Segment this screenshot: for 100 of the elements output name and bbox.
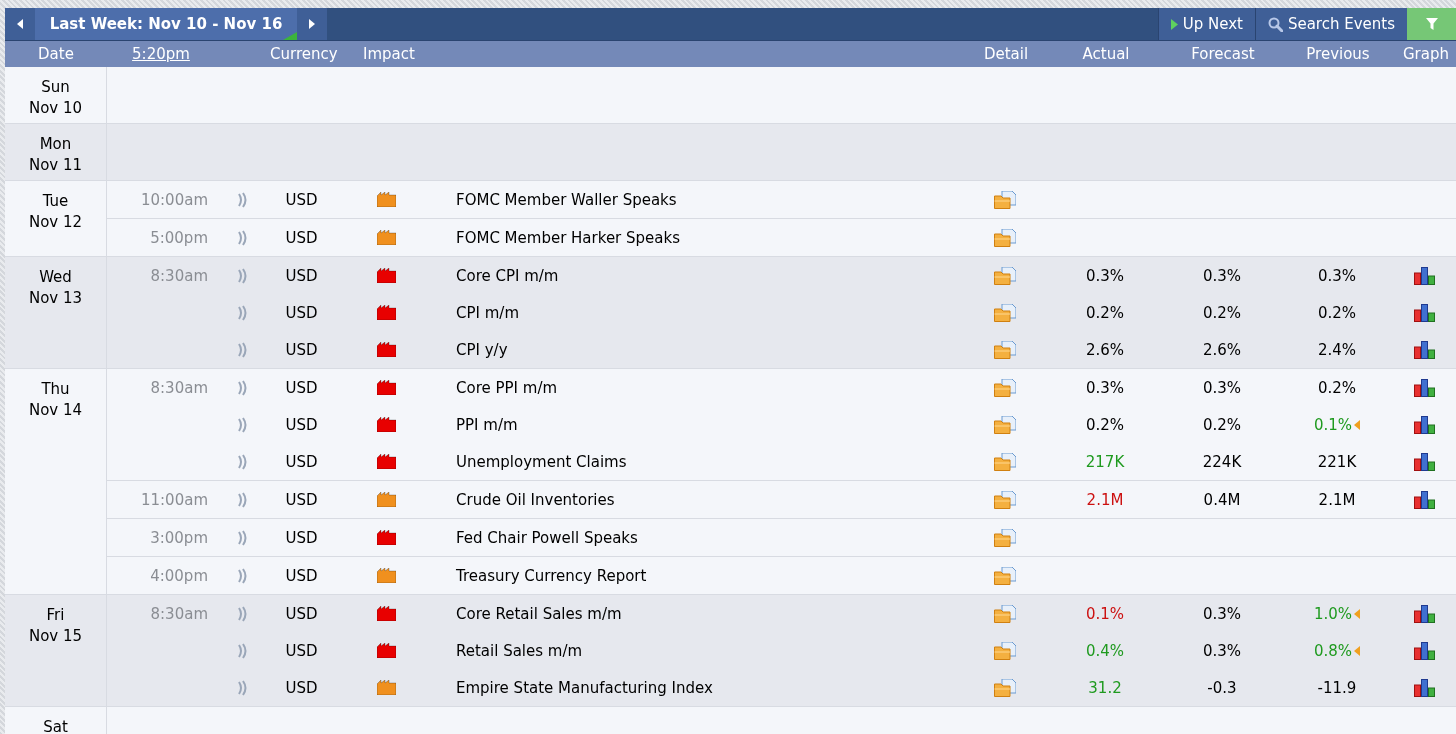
folder-icon[interactable] [994, 190, 1016, 209]
event-title[interactable]: Empire State Manufacturing Index [439, 678, 965, 697]
event-time: 8:30am [150, 378, 208, 397]
currency-code: USD [285, 490, 318, 509]
folder-icon[interactable] [994, 641, 1016, 660]
currency-code: USD [285, 604, 318, 623]
forecast-value: 0.3% [1202, 641, 1242, 660]
folder-icon[interactable] [994, 566, 1016, 585]
currency-code: USD [285, 266, 318, 285]
actual-value: 0.2% [1085, 303, 1125, 322]
folder-icon[interactable] [994, 340, 1016, 359]
day-label: Tue [41, 191, 70, 212]
currency-code: USD [285, 415, 318, 434]
column-header: Detail [982, 45, 1030, 63]
bar-chart-icon[interactable] [1414, 678, 1436, 697]
sound-wave-icon[interactable] [236, 341, 247, 358]
revised-arrow-icon[interactable] [1354, 608, 1361, 619]
previous-week-button[interactable] [5, 8, 35, 40]
folder-icon[interactable] [994, 415, 1016, 434]
bar-chart-icon[interactable] [1414, 604, 1436, 623]
event-title[interactable]: Crude Oil Inventories [439, 490, 965, 509]
sound-wave-icon[interactable] [236, 379, 247, 396]
actual-value: 0.3% [1085, 378, 1125, 397]
sound-wave-icon[interactable] [236, 304, 247, 321]
date-label: Nov 14 [27, 400, 84, 421]
actual-value: 31.2 [1088, 678, 1122, 697]
search-events-button[interactable]: Search Events [1254, 8, 1407, 40]
column-header: Impact [362, 45, 416, 63]
event-title[interactable]: Retail Sales m/m [439, 641, 965, 660]
event-title[interactable]: FOMC Member Harker Speaks [439, 228, 965, 247]
event-title[interactable]: Core Retail Sales m/m [439, 604, 965, 623]
actual-value: 0.1% [1085, 604, 1125, 623]
date-label: Nov 11 [27, 155, 84, 176]
forecast-value: 0.3% [1202, 266, 1242, 285]
event-time: 5:00pm [150, 228, 208, 247]
folder-icon[interactable] [994, 528, 1016, 547]
event-title[interactable]: Fed Chair Powell Speaks [439, 528, 965, 547]
next-week-button[interactable] [297, 8, 327, 40]
column-header: Date [37, 45, 75, 63]
day-label: Fri [45, 605, 66, 626]
previous-value: 0.8% [1313, 641, 1353, 660]
folder-icon[interactable] [994, 303, 1016, 322]
up-next-button[interactable]: Up Next [1157, 8, 1255, 40]
folder-icon[interactable] [994, 604, 1016, 623]
sound-wave-icon[interactable] [236, 642, 247, 659]
forecast-value: 2.6% [1202, 340, 1242, 359]
day-label: Thu [40, 379, 71, 400]
event-title[interactable]: CPI y/y [439, 340, 965, 359]
bar-chart-icon[interactable] [1414, 490, 1436, 509]
sound-wave-icon[interactable] [236, 416, 247, 433]
event-title[interactable]: Treasury Currency Report [439, 566, 965, 585]
currency-code: USD [285, 303, 318, 322]
bar-chart-icon[interactable] [1414, 266, 1436, 285]
day-label: Mon [38, 134, 73, 155]
event-title[interactable]: CPI m/m [439, 303, 965, 322]
forecast-value: 224K [1202, 452, 1242, 471]
sound-wave-icon[interactable] [236, 453, 247, 470]
bar-chart-icon[interactable] [1414, 641, 1436, 660]
week-title-button[interactable]: Last Week: Nov 10 - Nov 16 [35, 8, 297, 40]
actual-value: 217K [1085, 452, 1125, 471]
column-header: Currency [270, 45, 335, 63]
actual-value: 2.6% [1085, 340, 1125, 359]
bar-chart-icon[interactable] [1414, 452, 1436, 471]
forecast-value: 0.2% [1202, 303, 1242, 322]
sound-wave-icon[interactable] [236, 567, 247, 584]
date-label: Nov 13 [27, 288, 84, 309]
folder-icon[interactable] [994, 452, 1016, 471]
folder-icon[interactable] [994, 490, 1016, 509]
folder-icon[interactable] [994, 378, 1016, 397]
bar-chart-icon[interactable] [1414, 340, 1436, 359]
event-title[interactable]: Unemployment Claims [439, 452, 965, 471]
filter-button[interactable] [1407, 8, 1456, 40]
sound-wave-icon[interactable] [236, 679, 247, 696]
sound-wave-icon[interactable] [236, 267, 247, 284]
event-title[interactable]: PPI m/m [439, 415, 965, 434]
event-title[interactable]: Core CPI m/m [439, 266, 965, 285]
column-header: Forecast [1190, 45, 1256, 63]
event-title[interactable]: Core PPI m/m [439, 378, 965, 397]
previous-value: 221K [1317, 452, 1357, 471]
event-title[interactable]: FOMC Member Waller Speaks [439, 190, 965, 209]
revised-arrow-icon[interactable] [1354, 645, 1361, 656]
bar-chart-icon[interactable] [1414, 378, 1436, 397]
revised-arrow-icon[interactable] [1354, 419, 1361, 430]
sound-wave-icon[interactable] [236, 191, 247, 208]
event-time: 11:00am [140, 490, 208, 509]
sound-wave-icon[interactable] [236, 229, 247, 246]
currency-code: USD [285, 228, 318, 247]
folder-icon[interactable] [994, 678, 1016, 697]
folder-icon[interactable] [994, 228, 1016, 247]
actual-value: 0.2% [1085, 415, 1125, 434]
sound-wave-icon[interactable] [236, 491, 247, 508]
event-time: 10:00am [140, 190, 208, 209]
forecast-value: 0.2% [1202, 415, 1242, 434]
bar-chart-icon[interactable] [1414, 415, 1436, 434]
forecast-value: -0.3 [1207, 678, 1237, 697]
folder-icon[interactable] [994, 266, 1016, 285]
play-icon [1170, 18, 1178, 30]
bar-chart-icon[interactable] [1414, 303, 1436, 322]
sound-wave-icon[interactable] [236, 605, 247, 622]
sound-wave-icon[interactable] [236, 529, 247, 546]
